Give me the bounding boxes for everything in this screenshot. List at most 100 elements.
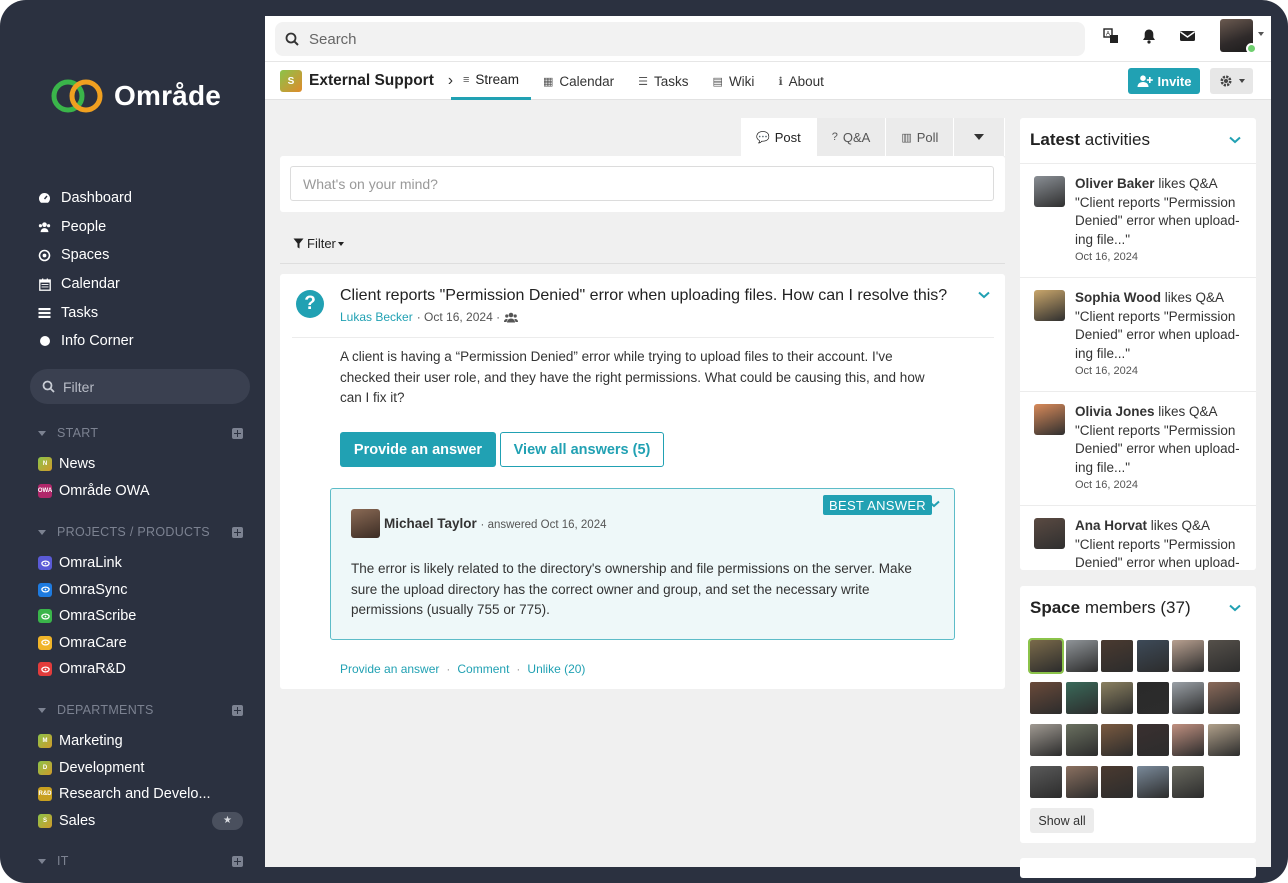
chevron-down-icon[interactable]	[1229, 133, 1241, 147]
add-icon[interactable]	[232, 427, 243, 439]
composer-tab-qa[interactable]: ? Q&A	[816, 118, 887, 156]
member-avatar[interactable]	[1207, 724, 1240, 756]
sidebar-space-item[interactable]: N News	[38, 451, 243, 478]
add-icon[interactable]	[232, 855, 243, 867]
tab-stream[interactable]: ≡ Stream	[451, 62, 531, 100]
avatar[interactable]	[351, 509, 380, 538]
member-avatar[interactable]	[1028, 638, 1064, 674]
sidebar-filter[interactable]	[30, 369, 250, 404]
bell-icon[interactable]	[1141, 28, 1157, 49]
member-avatar[interactable]	[1101, 640, 1133, 672]
nav-item-calendar[interactable]: Calendar	[38, 270, 134, 299]
sidebar-space-item[interactable]: M Marketing	[38, 728, 243, 755]
member-avatar[interactable]	[1172, 766, 1204, 798]
member-avatar[interactable]	[1207, 640, 1240, 672]
space-icon	[38, 609, 52, 624]
add-icon[interactable]	[232, 704, 243, 716]
section-header[interactable]: START	[38, 423, 243, 443]
avatar[interactable]	[1034, 518, 1065, 549]
search-input[interactable]	[309, 30, 1049, 48]
section-header[interactable]: DEPARTMENTS	[38, 700, 243, 720]
nav-item-dashboard[interactable]: Dashboard	[38, 184, 134, 213]
chevron-down-icon[interactable]	[1229, 601, 1241, 615]
section-header[interactable]: PROJECTS / PRODUCTS	[38, 522, 243, 542]
invite-button[interactable]: Invite	[1128, 68, 1200, 94]
member-avatar[interactable]	[1065, 724, 1098, 756]
tab-wiki[interactable]: ▤ Wiki	[701, 62, 767, 100]
space-settings-button[interactable]	[1210, 68, 1253, 94]
activity-user[interactable]: Ana Horvat	[1075, 518, 1147, 533]
chevron-down-icon[interactable]	[1258, 32, 1264, 36]
member-avatar[interactable]	[1030, 724, 1062, 756]
nav-item-people[interactable]: People	[38, 213, 134, 242]
chevron-down-icon[interactable]	[978, 288, 990, 302]
member-avatar[interactable]	[1172, 640, 1204, 672]
member-avatar[interactable]	[1136, 640, 1169, 672]
activity-item[interactable]: Olivia Jones likes Q&A "Client reports "…	[1020, 391, 1256, 505]
member-avatar[interactable]	[1065, 640, 1098, 672]
activity-item[interactable]: Oliver Baker likes Q&A "Client reports "…	[1020, 163, 1256, 277]
avatar[interactable]	[1034, 404, 1065, 435]
member-avatar[interactable]	[1065, 766, 1098, 798]
avatar[interactable]	[1034, 176, 1065, 207]
logo[interactable]: Område	[50, 76, 221, 116]
global-search[interactable]	[275, 22, 1085, 56]
activity-item[interactable]: Ana Horvat likes Q&A "Client reports "Pe…	[1020, 505, 1256, 570]
composer-tab-poll[interactable]: ▥ Poll	[886, 118, 955, 156]
member-avatar[interactable]	[1172, 724, 1204, 756]
answer-author-name[interactable]: Michael Taylor	[384, 516, 477, 531]
activity-user[interactable]: Sophia Wood	[1075, 290, 1161, 305]
stream-filter[interactable]: Filter	[293, 236, 344, 251]
sidebar-space-item[interactable]: S Sales ★	[38, 808, 243, 835]
composer-more-button[interactable]	[954, 118, 1006, 156]
post-title[interactable]: Client reports "Permission Denied" error…	[340, 287, 960, 305]
member-avatar[interactable]	[1030, 682, 1062, 714]
sidebar-space-item[interactable]: OWA Område OWA	[38, 478, 243, 505]
sidebar-space-item[interactable]: OmraLink	[38, 550, 243, 577]
answer-meta: · answered Oct 16, 2024	[480, 519, 607, 531]
add-icon[interactable]	[232, 526, 243, 538]
post-author[interactable]: Lukas Becker	[340, 310, 413, 324]
show-all-members-button[interactable]: Show all	[1030, 808, 1094, 833]
nav-item-info-corner[interactable]: Info Corner	[38, 327, 134, 356]
member-avatar[interactable]	[1101, 766, 1133, 798]
member-avatar[interactable]	[1030, 766, 1062, 798]
comment-link[interactable]: Comment	[457, 662, 509, 676]
tab-about[interactable]: ℹ About	[766, 62, 835, 100]
activity-item[interactable]: Sophia Wood likes Q&A "Client reports "P…	[1020, 277, 1256, 391]
member-avatar[interactable]	[1065, 682, 1098, 714]
post-input[interactable]	[290, 166, 994, 201]
sidebar-space-item[interactable]: OmraCare	[38, 630, 243, 657]
translate-icon[interactable]: A	[1103, 28, 1119, 49]
tab-tasks[interactable]: ☰ Tasks	[626, 62, 700, 100]
composer-tab-post[interactable]: 💬 Post	[741, 118, 817, 156]
sidebar-space-item[interactable]: R&D Research and Develo...	[38, 781, 243, 808]
member-avatar[interactable]	[1136, 682, 1169, 714]
activity-user[interactable]: Oliver Baker	[1075, 176, 1155, 191]
sidebar-filter-input[interactable]	[63, 378, 233, 395]
section-header[interactable]: IT	[38, 851, 243, 871]
member-avatar[interactable]	[1101, 682, 1133, 714]
member-avatar[interactable]	[1136, 724, 1169, 756]
member-avatar[interactable]	[1172, 682, 1204, 714]
nav-item-spaces[interactable]: Spaces	[38, 241, 134, 270]
chevron-down-icon[interactable]	[928, 497, 940, 511]
tab-calendar[interactable]: ▦ Calendar	[531, 62, 626, 100]
avatar[interactable]	[1034, 290, 1065, 321]
mail-icon[interactable]	[1179, 28, 1196, 49]
space-title[interactable]: S External Support ›	[280, 70, 453, 92]
provide-answer-button[interactable]: Provide an answer	[340, 432, 496, 467]
sidebar-space-item[interactable]: OmraR&D	[38, 656, 243, 683]
star-icon[interactable]: ★	[212, 811, 243, 830]
member-avatar[interactable]	[1136, 766, 1169, 798]
provide-answer-link[interactable]: Provide an answer	[340, 662, 439, 676]
member-avatar[interactable]	[1207, 682, 1240, 714]
sidebar-space-item[interactable]: OmraScribe	[38, 603, 243, 630]
member-avatar[interactable]	[1101, 724, 1133, 756]
unlike-link[interactable]: Unlike (20)	[527, 662, 585, 676]
nav-item-tasks[interactable]: Tasks	[38, 298, 134, 327]
sidebar-space-item[interactable]: D Development	[38, 755, 243, 782]
activity-user[interactable]: Olivia Jones	[1075, 404, 1155, 419]
view-all-answers-button[interactable]: View all answers (5)	[500, 432, 664, 467]
sidebar-space-item[interactable]: OmraSync	[38, 577, 243, 604]
